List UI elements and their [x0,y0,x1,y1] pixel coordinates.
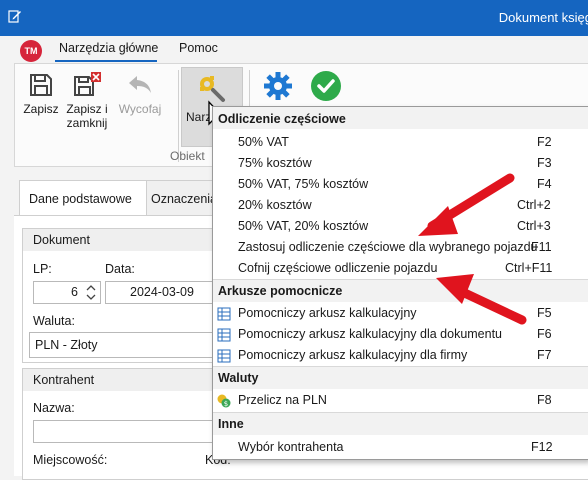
date-field[interactable]: 2024-03-09 [105,281,217,304]
app-logo[interactable]: TM [20,40,42,62]
svg-text:$: $ [224,400,228,408]
ribbon-group-label: Obiekt [170,149,205,163]
shortcut-f12: F12 [531,440,553,454]
section-title: Kontrahent [33,373,95,387]
shortcut-f7: F7 [537,348,552,362]
shortcut-f5: F5 [537,306,552,320]
menu-item-20-kosztow[interactable]: 20% kosztów [238,198,312,212]
save-close-icon [74,72,101,96]
edit-document-icon[interactable] [8,9,22,23]
menu-item-przelicz-na-pln[interactable]: Przelicz na PLN [238,393,327,407]
menu-section-inne: Inne [218,417,244,431]
menu-item-arkusz-dla-dokumentu[interactable]: Pomocniczy arkusz kalkulacyjny dla dokum… [238,327,502,341]
tab-pomoc[interactable]: Pomoc [179,41,218,55]
tab-narzedzia-glowne[interactable]: Narzędzia główne [59,41,158,55]
save-label: Zapisz [23,102,59,116]
save-close-label-1: Zapisz i [66,102,108,116]
menu-item-arkusz-dla-firmy[interactable]: Pomocniczy arkusz kalkulacyjny dla firmy [238,348,467,362]
menu-section-arkusze: Arkusze pomocnicze [218,284,343,298]
menu-section-header-bg [213,367,588,389]
shortcut-f8: F8 [537,393,552,407]
shortcut-f11: F11 [531,240,552,254]
settings-button[interactable] [262,70,294,105]
confirm-button[interactable] [310,70,342,105]
menu-item-zastosuj-odliczenie[interactable]: Zastosuj odliczenie częściowe dla wybran… [238,240,537,254]
menu-item-75-kosztow[interactable]: 75% kosztów [238,156,312,170]
spreadsheet-icon [217,307,231,321]
save-close-label-2: zamknij [66,116,108,130]
currency-value: PLN - Złoty [35,338,98,352]
menu-item-50-vat-20-kosztow[interactable]: 50% VAT, 20% kosztów [238,219,368,233]
city-label: Miejscowość: [33,453,108,467]
menu-item-50-vat[interactable]: 50% VAT [238,135,289,149]
shortcut-f3: F3 [537,156,552,170]
shortcut-f2: F2 [537,135,552,149]
date-value: 2024-03-09 [130,285,194,299]
save-close-button[interactable]: Zapisz i zamknij [63,70,111,130]
tab-label: Oznaczenia [151,192,218,206]
check-icon [311,71,341,101]
name-label: Nazwa: [33,401,75,415]
name-field[interactable] [33,420,217,443]
active-tab-underline [55,60,157,62]
menu-section-odliczenie: Odliczenie częściowe [218,112,346,126]
date-label: Data: [105,262,135,276]
shortcut-ctrl-2: Ctrl+2 [517,198,551,212]
menu-item-wybor-kontrahenta[interactable]: Wybór kontrahenta [238,440,344,454]
window-title: Dokument księg [498,10,588,25]
currency-select[interactable]: PLN - Złoty [29,332,217,358]
spin-arrows-icon[interactable] [85,284,97,301]
tab-label: Dane podstawowe [29,192,132,206]
lp-label: LP: [33,262,52,276]
title-bar: Dokument księg [0,0,588,36]
menu-section-waluty: Waluty [218,371,259,385]
tools-context-menu: Odliczenie częściowe 50% VAT F2 75% kosz… [212,106,588,460]
save-icon [30,74,52,96]
spreadsheet-icon [217,349,231,363]
shortcut-ctrl-3: Ctrl+3 [517,219,551,233]
tab-dane-podstawowe[interactable]: Dane podstawowe [19,180,147,217]
currency-convert-icon: $ [217,394,231,408]
menu-section-header-bg [213,413,588,435]
undo-label: Wycofaj [118,102,162,116]
save-button[interactable]: Zapisz [22,70,60,116]
shortcut-ctrl-f11: Ctrl+F11 [505,261,553,275]
undo-button[interactable]: Wycofaj [116,70,164,116]
section-title: Dokument [33,233,90,247]
shortcut-f6: F6 [537,327,552,341]
menu-item-cofnij-odliczenie[interactable]: Cofnij częściowe odliczenie pojazdu [238,261,437,275]
menu-item-50-vat-75-kosztow[interactable]: 50% VAT, 75% kosztów [238,177,368,191]
gear-icon [264,72,292,100]
undo-arrow-icon [129,76,151,93]
spreadsheet-icon [217,328,231,342]
lp-stepper[interactable]: 6 [33,281,101,304]
menu-item-arkusz-kalkulacyjny[interactable]: Pomocniczy arkusz kalkulacyjny [238,306,417,320]
currency-label: Waluta: [33,314,75,328]
shortcut-f4: F4 [537,177,552,191]
lp-value: 6 [71,285,78,299]
